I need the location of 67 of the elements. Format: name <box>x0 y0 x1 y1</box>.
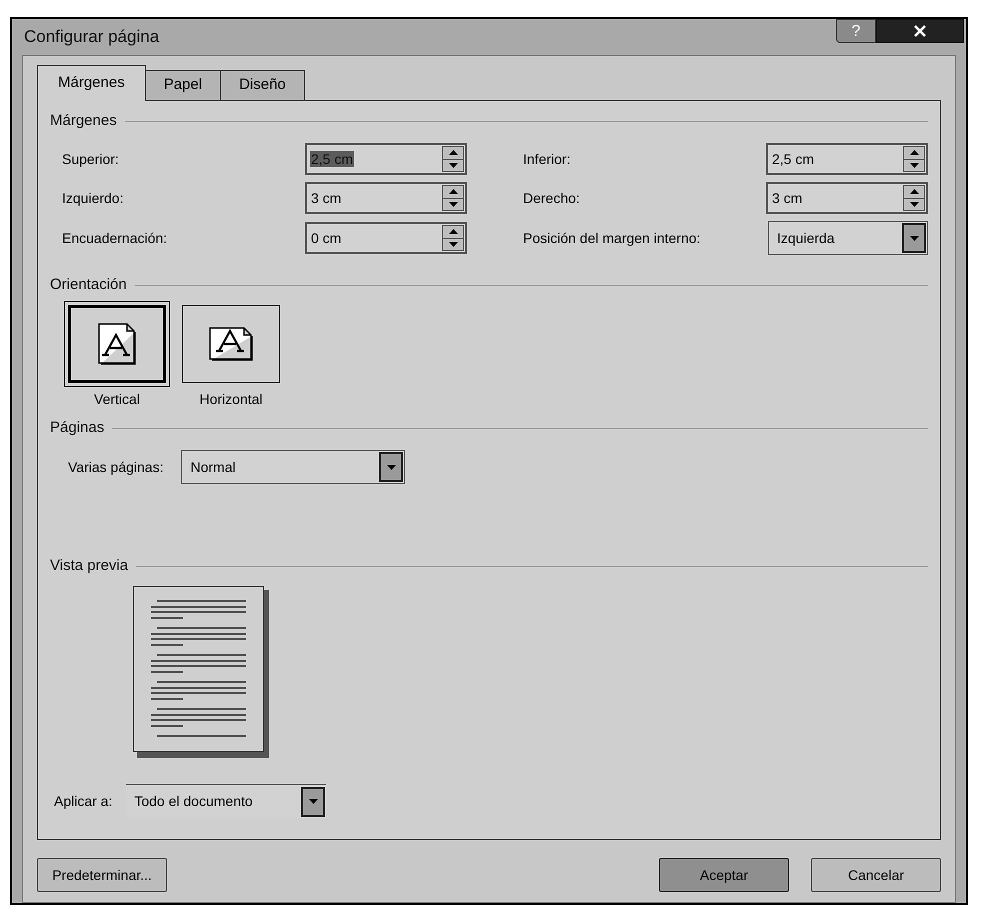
down-arrow-icon <box>910 162 918 168</box>
field-label: Superior: <box>62 150 119 169</box>
spin-up-button[interactable] <box>442 146 464 160</box>
dropdown-arrow-icon <box>910 236 918 240</box>
field-value: Izquierda <box>776 228 836 248</box>
field-value: 2,5 cm <box>310 150 354 166</box>
down-arrow-icon <box>448 162 458 168</box>
field-value: 3 cm <box>771 190 804 206</box>
spin-down-button[interactable] <box>903 198 925 211</box>
spin-up-button[interactable] <box>442 185 464 198</box>
field-label: Posición del margen interno: <box>523 228 700 248</box>
section-heading: Páginas <box>50 418 104 438</box>
field-label: Inferior: <box>523 150 570 168</box>
dialog-button[interactable]: Cancelar <box>811 858 941 892</box>
spin-down-button[interactable] <box>442 160 464 172</box>
close-icon <box>913 25 927 37</box>
spin-up-button[interactable] <box>903 185 925 198</box>
spin-field[interactable]: 2,5 cm <box>766 143 928 175</box>
field-label: Izquierdo: <box>62 188 124 208</box>
dialog-button[interactable]: Predeterminar... <box>37 858 167 892</box>
field-label: Encuadernación: <box>62 228 168 248</box>
dropdown-field[interactable]: Izquierda <box>768 221 928 255</box>
dropdown-field[interactable]: Todo el documento <box>126 784 326 818</box>
orientation-label: Vertical <box>94 390 140 409</box>
field-value: Todo el documento <box>133 792 254 811</box>
tab[interactable]: Márgenes <box>37 65 146 101</box>
spin-field[interactable]: 3 cm <box>766 182 928 214</box>
section-heading: Márgenes <box>50 110 117 131</box>
section-heading: Orientación <box>50 274 127 295</box>
spin-down-button[interactable] <box>442 238 464 251</box>
down-arrow-icon <box>448 242 458 247</box>
close-button[interactable] <box>876 19 964 43</box>
portrait-page-icon <box>98 323 136 365</box>
down-arrow-icon <box>448 202 458 207</box>
spin-up-button[interactable] <box>442 225 464 238</box>
dropdown-button[interactable] <box>301 786 326 816</box>
spin-down-button[interactable] <box>442 198 464 211</box>
dropdown-arrow-icon <box>386 464 396 470</box>
orientation-button[interactable] <box>182 305 280 383</box>
dropdown-button[interactable] <box>379 452 404 482</box>
field-value: Normal <box>189 458 237 476</box>
up-arrow-icon <box>448 229 458 234</box>
field-value: 2,5 cm <box>771 150 816 166</box>
up-arrow-icon <box>448 189 458 194</box>
up-arrow-icon <box>910 189 918 194</box>
spin-field[interactable]: 0 cm <box>305 222 467 254</box>
field-label: Derecho: <box>523 188 580 208</box>
tab[interactable]: Papel <box>144 70 222 100</box>
spin-up-button[interactable] <box>903 146 925 160</box>
dropdown-arrow-icon <box>308 799 318 804</box>
spin-field[interactable]: 3 cm <box>305 182 467 214</box>
up-arrow-icon <box>910 150 918 156</box>
up-arrow-icon <box>448 150 458 156</box>
down-arrow-icon <box>910 202 918 207</box>
window-title: Configurar página <box>24 26 160 48</box>
dropdown-field[interactable]: Normal <box>181 450 406 484</box>
tab[interactable]: Diseño <box>220 70 305 100</box>
field-value: 0 cm <box>310 230 342 246</box>
field-label: Aplicar a: <box>54 792 112 811</box>
field-label: Varias páginas: <box>68 458 164 477</box>
landscape-page-icon <box>209 327 253 361</box>
orientation-label: Horizontal <box>199 390 263 409</box>
section-heading: Vista previa <box>50 556 128 576</box>
dialog-button[interactable]: Aceptar <box>659 858 789 892</box>
spin-down-button[interactable] <box>903 160 925 172</box>
dropdown-button[interactable] <box>902 223 926 253</box>
field-value: 3 cm <box>310 190 342 206</box>
